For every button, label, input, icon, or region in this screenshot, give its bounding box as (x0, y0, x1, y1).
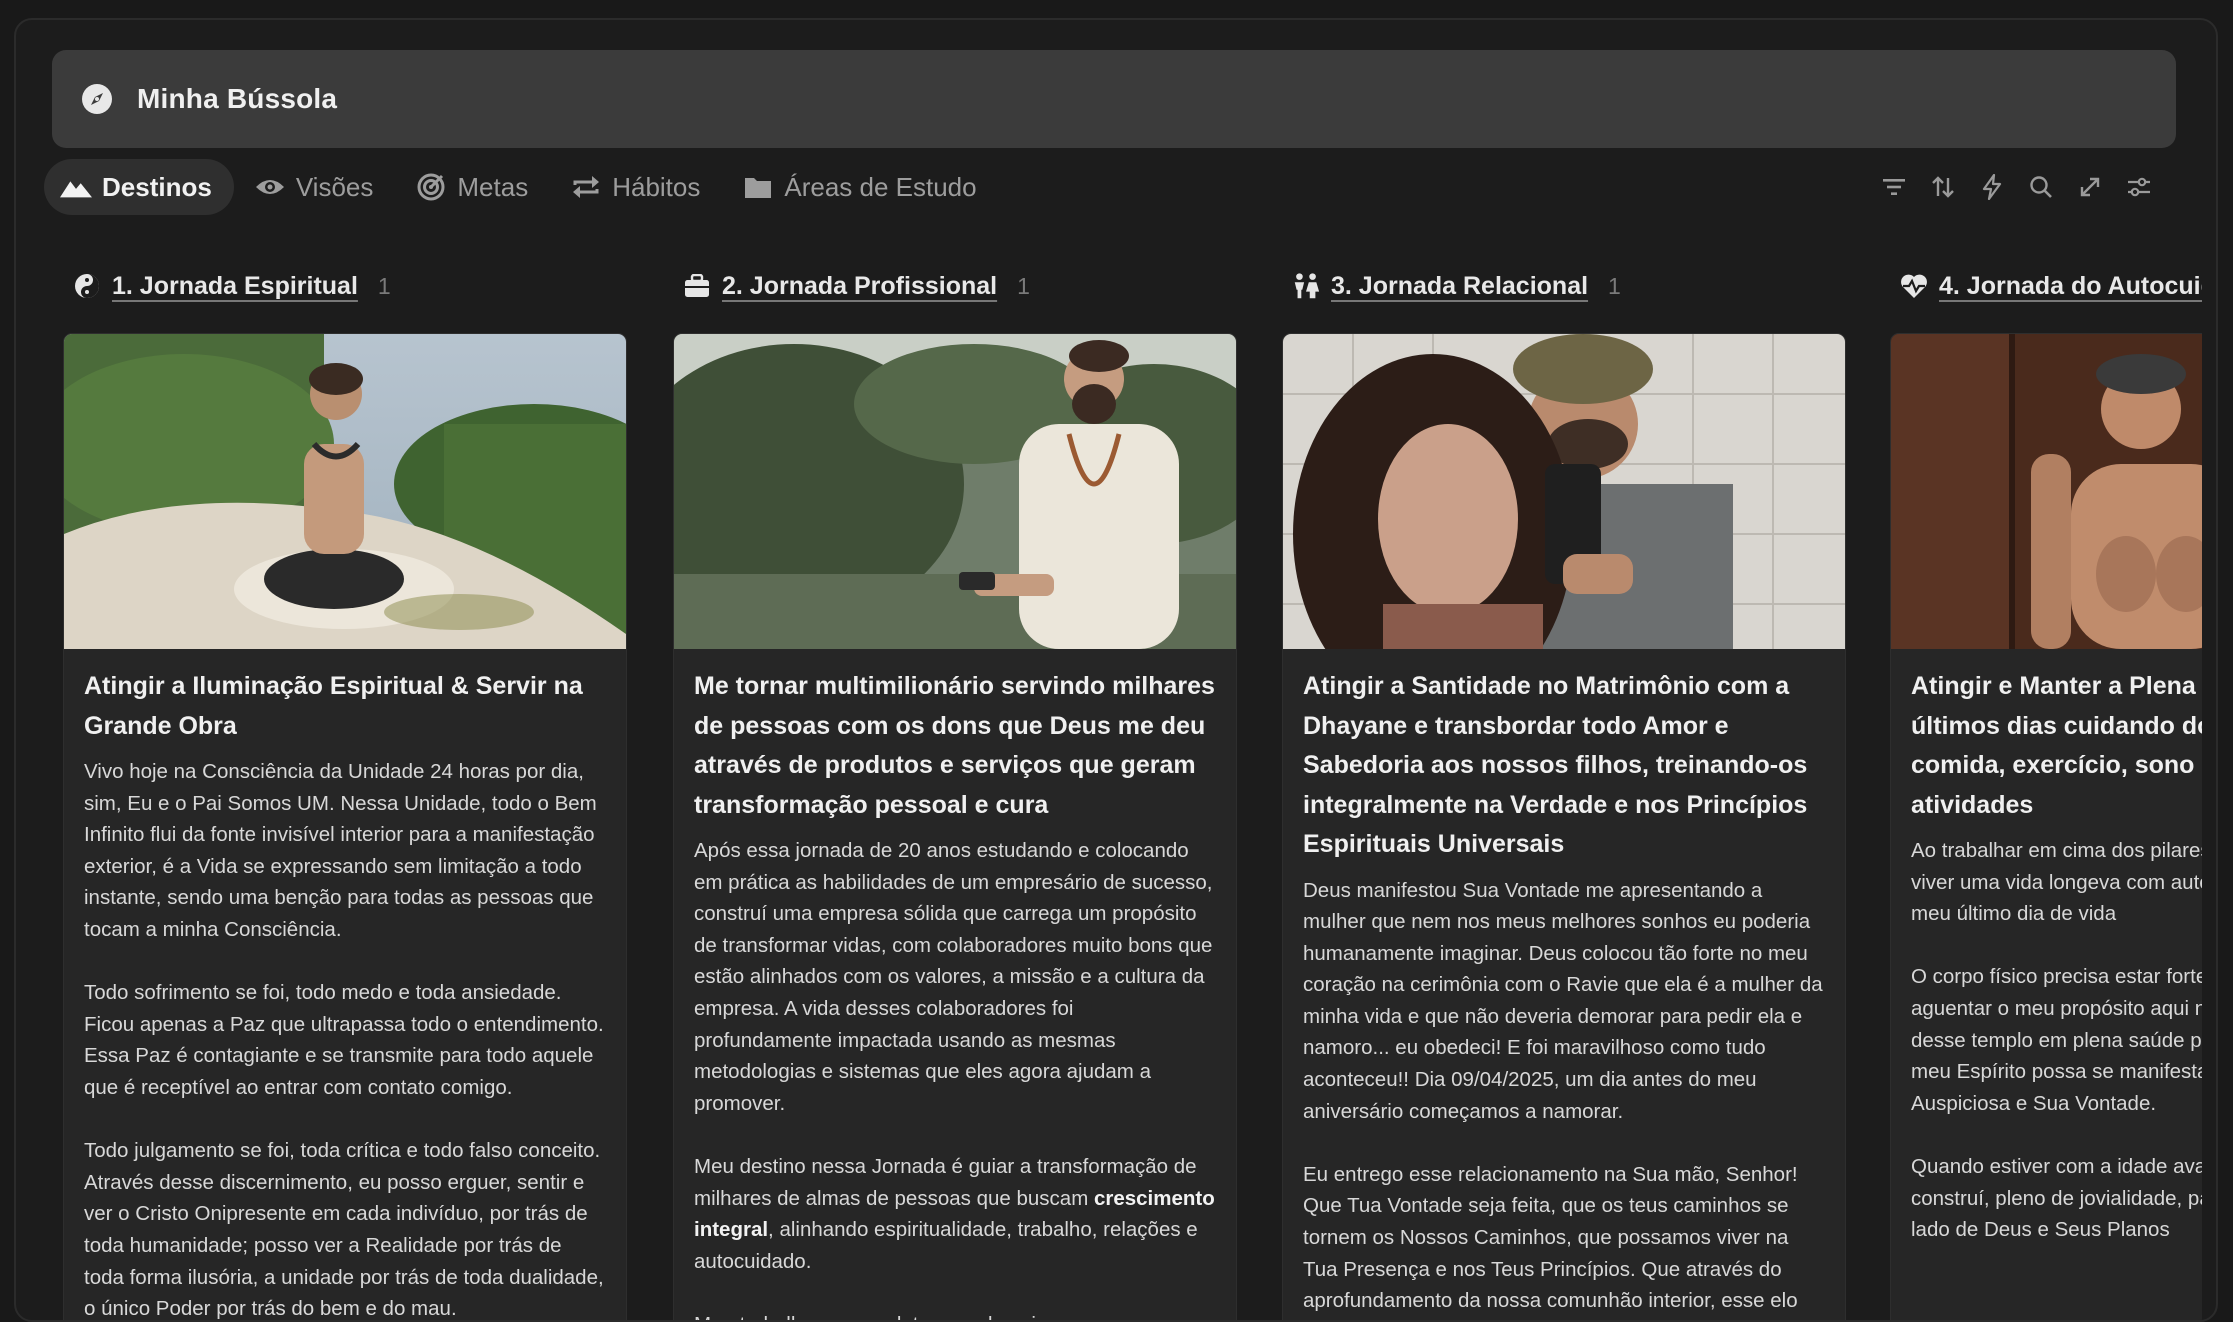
column-count: 1 (377, 272, 391, 299)
board-column: 4. Jornada do Autocuidado 1 Atingir e Ma… (1891, 256, 2202, 1320)
card-paragraph-rich: Meu destino nessa Jornada é guiar a tran… (694, 1154, 1215, 1273)
card-paragraph: O corpo físico precisa estar forte e com… (1911, 965, 2202, 1115)
column-title: 1. Jornada Espiritual (112, 271, 358, 300)
destination-card[interactable]: Atingir a Iluminação Espiritual & Servir… (64, 334, 626, 1321)
destination-card[interactable]: Atingir e Manter a Plena Saúde até meus … (1891, 334, 2202, 1320)
column-count: 1 (1608, 272, 1621, 299)
card-description: Deus manifestou Sua Vontade me apresenta… (1283, 865, 1845, 1317)
yin-yang-icon (72, 271, 102, 301)
card-title: Atingir e Manter a Plena Saúde até meus … (1911, 672, 2202, 819)
tab-label: Áreas de Estudo (784, 171, 977, 202)
board-column: 2. Jornada Profissional 1 Me tornar mult… (674, 256, 1236, 1320)
column-header[interactable]: 2. Jornada Profissional 1 (674, 256, 1236, 316)
column-title: 3. Jornada Relacional (1331, 271, 1589, 300)
column-title: 4. Jornada do Autocuidado (1939, 271, 2202, 300)
tab-label: Metas (457, 171, 529, 202)
heart-pulse-icon (1899, 271, 1929, 301)
board: 1. Jornada Espiritual 1 Atingir a Ilumin… (16, 256, 2202, 1320)
card-title: Me tornar multimilionário servindo milha… (694, 672, 1215, 819)
briefcase-icon (682, 271, 712, 301)
tab-metas[interactable]: Metas (399, 159, 550, 215)
column-header[interactable]: 1. Jornada Espiritual 1 (64, 256, 626, 316)
card-paragraph: Todo sofrimento se foi, todo medo e toda… (84, 981, 604, 1099)
card-title: Atingir a Santidade no Matrimônio com a … (1303, 672, 1808, 858)
column-header[interactable]: 4. Jornada do Autocuidado 1 (1891, 256, 2202, 316)
couple-icon (1291, 271, 1321, 301)
view-tabs: Destinos Visões Metas Hábitos Áreas de E… (44, 158, 1003, 216)
sort-icon[interactable] (1926, 170, 1960, 204)
card-description: Ao trabalhar em cima dos pilares da saúd… (1891, 825, 2202, 1246)
card-paragraph: Meu trabalho se completa quando vejo ess… (694, 1309, 1216, 1320)
destination-card[interactable]: Atingir a Santidade no Matrimônio com a … (1283, 334, 1845, 1320)
column-title: 2. Jornada Profissional (722, 271, 998, 300)
destination-card[interactable]: Me tornar multimilionário servindo milha… (674, 334, 1236, 1320)
board-column: 1. Jornada Espiritual 1 Atingir a Ilumin… (64, 256, 626, 1320)
card-paragraph: Eu entrego esse relacionamento na Sua mã… (1303, 1162, 1798, 1313)
card-cover-image (64, 334, 626, 649)
target-icon (415, 171, 447, 203)
card-title: Atingir a Iluminação Espiritual & Servir… (84, 672, 583, 740)
repeat-icon (570, 171, 602, 203)
view-toolbar (1862, 170, 2156, 204)
card-paragraph: Todo julgamento se foi, toda crítica e t… (84, 1139, 604, 1321)
filter-icon[interactable] (1877, 170, 1911, 204)
tab-label: Destinos (102, 171, 212, 202)
card-cover-image (674, 334, 1236, 649)
card-paragraph: Deus manifestou Sua Vontade me apresenta… (1303, 878, 1823, 1123)
tab-label: Hábitos (612, 171, 701, 202)
tab-visoes[interactable]: Visões (238, 159, 396, 215)
folder-icon (742, 171, 774, 203)
card-cover-image (1891, 334, 2202, 649)
card-description: Após essa jornada de 20 anos estudando e… (674, 825, 1236, 1320)
emphasis-text: crescimento integral (694, 1186, 1215, 1242)
column-count: 1 (1017, 272, 1030, 299)
expand-icon[interactable] (2073, 170, 2107, 204)
card-paragraph: Ao trabalhar em cima dos pilares da saúd… (1911, 839, 2202, 926)
card-paragraph: Após essa jornada de 20 anos estudando e… (694, 839, 1213, 1115)
page-title: Minha Bússola (137, 83, 338, 114)
tab-habitos[interactable]: Hábitos (554, 159, 722, 215)
card-description: Vivo hoje na Consciência da Unidade 24 h… (64, 746, 626, 1321)
card-paragraph: Vivo hoje na Consciência da Unidade 24 h… (84, 760, 597, 941)
tab-destinos[interactable]: Destinos (44, 159, 234, 215)
app-window: Minha Bússola Destinos Visões Metas Hábi… (14, 18, 2218, 1322)
column-header[interactable]: 3. Jornada Relacional 1 (1283, 256, 1845, 316)
settings-sliders-icon[interactable] (2122, 170, 2156, 204)
eye-icon (254, 171, 286, 203)
board-column: 3. Jornada Relacional 1 Atingir a Santid… (1283, 256, 1845, 1320)
search-icon[interactable] (2024, 170, 2058, 204)
compass-icon (79, 81, 115, 117)
tab-label: Visões (295, 171, 374, 202)
page-title-bar: Minha Bússola (52, 50, 2176, 148)
lightning-icon[interactable] (1975, 170, 2009, 204)
mountain-icon (60, 171, 92, 203)
card-cover-image (1283, 334, 1845, 649)
tab-areas-de-estudo[interactable]: Áreas de Estudo (726, 159, 998, 215)
card-paragraph: Quando estiver com a idade avançada e a … (1911, 1154, 2202, 1242)
